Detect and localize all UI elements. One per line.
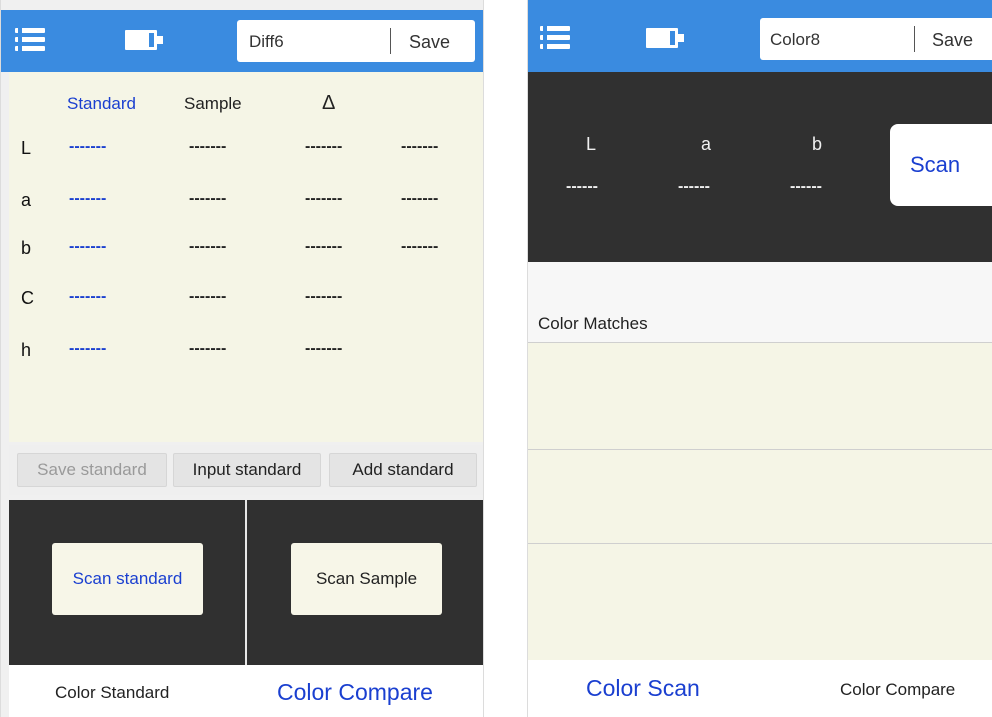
bottom-tab-bar: Color Standard Color Compare [9,665,483,717]
app-header: Diff6 Save [1,10,483,72]
measurement-name-box[interactable]: Diff6 Save [237,20,475,62]
row-label-h: h [21,340,32,360]
scan-button[interactable]: Scan [890,124,992,206]
tab-color-scan[interactable]: Color Scan [586,675,700,702]
name-separator [914,26,915,52]
standard-value-b: ------- [69,238,107,255]
column-header-delta: Δ [322,92,336,114]
reading-label-a: a [701,134,712,154]
sample-value-c: ------- [189,288,227,305]
match-list-item[interactable] [528,342,992,449]
scan-panel: Scan standard Scan Sample [9,500,483,665]
row-label-a: a [21,190,32,210]
add-standard-button[interactable]: Add standard [329,453,477,487]
scan-standard-button[interactable]: Scan standard [52,543,203,615]
menu-icon[interactable] [15,26,45,54]
name-separator [390,28,391,54]
app-header: Color8 Save [528,0,992,72]
menu-icon[interactable] [540,24,570,52]
save-button[interactable]: Save [932,30,973,51]
tab-color-compare[interactable]: Color Compare [840,680,955,700]
sample-value-b: ------- [189,238,227,255]
measurement-name[interactable]: Color8 [770,30,820,50]
standard-actions-bar: Save standard Input standard Add standar… [9,445,483,495]
scan-divider [245,500,247,665]
delta-value-l: ------- [305,138,343,155]
save-standard-button[interactable]: Save standard [17,453,167,487]
reading-label-l: L [586,134,597,154]
input-standard-button[interactable]: Input standard [173,453,321,487]
color-values-table: Standard Sample Δ L ------- ------- ----… [9,72,483,442]
standard-value-a: ------- [69,190,107,207]
standard-value-h: ------- [69,340,107,357]
standard-value-l: ------- [69,138,107,155]
reading-value-b: ------ [790,178,822,195]
delta-value-c: ------- [305,288,343,305]
column-header-standard: Standard [67,94,136,113]
battery-icon [646,28,684,48]
delta-value-h: ------- [305,340,343,357]
reading-value-a: ------ [678,178,710,195]
extra-value-a: ------- [401,190,439,207]
lab-reading-panel: L a b ------ ------ ------ Scan [528,72,992,262]
delta-value-a: ------- [305,190,343,207]
sample-value-h: ------- [189,340,227,357]
column-header-sample: Sample [184,94,242,113]
delta-value-b: ------- [305,238,343,255]
color-scan-screen: Color8 Save L a b ------ ------ ------ S… [527,0,992,717]
bottom-tab-bar: Color Scan Color Compare [528,660,992,717]
color-difference-screen: Diff6 Save Standard Sample Δ L ------- -… [0,0,484,717]
measurement-name-box[interactable]: Color8 Save [760,18,992,60]
match-list-item[interactable] [528,543,992,661]
standard-value-c: ------- [69,288,107,305]
sample-value-l: ------- [189,138,227,155]
save-button[interactable]: Save [409,32,450,53]
match-list-item[interactable] [528,449,992,543]
row-label-b: b [21,238,32,258]
scan-sample-button[interactable]: Scan Sample [291,543,442,615]
extra-value-b: ------- [401,238,439,255]
extra-value-l: ------- [401,138,439,155]
reading-label-b: b [812,134,823,154]
sample-value-a: ------- [189,190,227,207]
measurement-name[interactable]: Diff6 [249,32,284,52]
row-label-c: C [21,288,34,308]
reading-value-l: ------ [566,178,598,195]
battery-icon [125,30,163,50]
color-matches-title: Color Matches [538,314,648,333]
tab-color-standard[interactable]: Color Standard [55,683,169,703]
tab-color-compare[interactable]: Color Compare [277,679,433,706]
row-label-l: L [21,138,32,158]
